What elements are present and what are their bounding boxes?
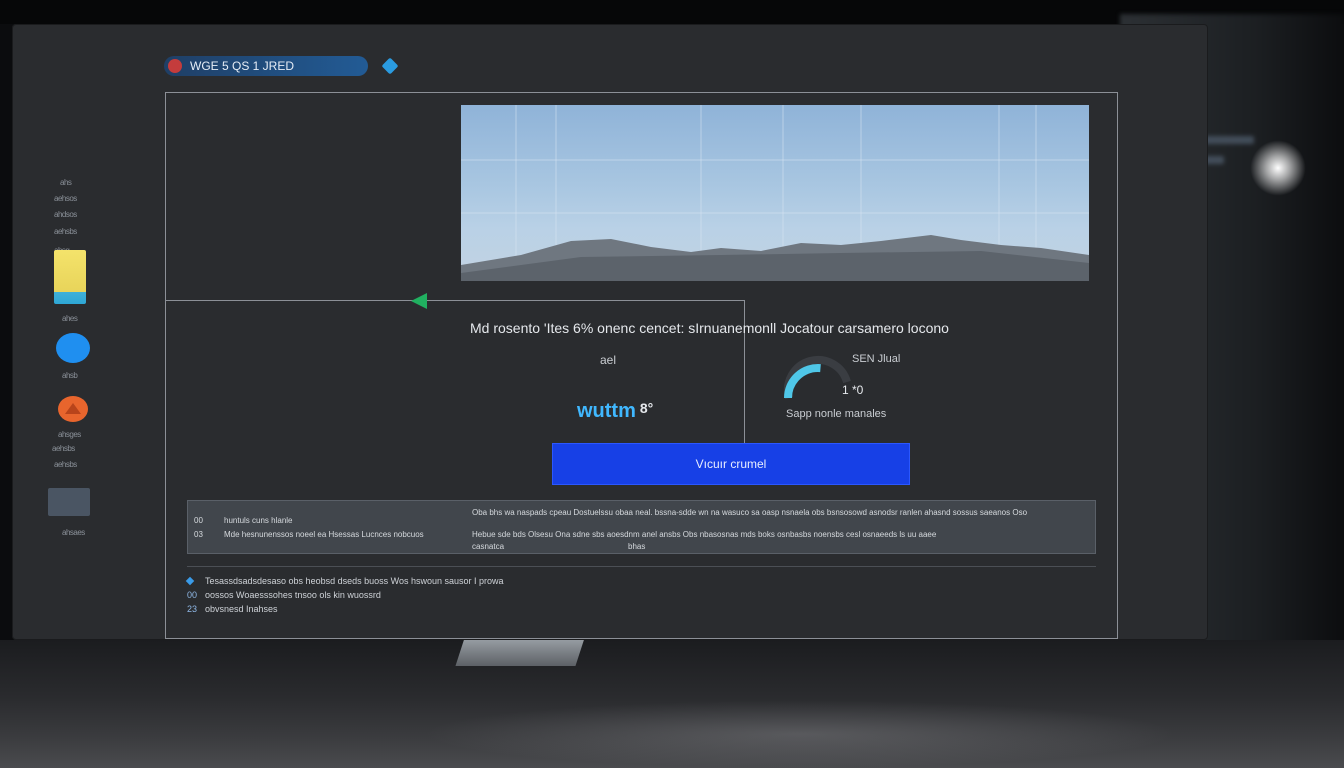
landscape-illustration xyxy=(461,105,1089,281)
rail-label: ahsges xyxy=(58,430,81,439)
metric-suffix: 8° xyxy=(639,400,654,416)
rail-block[interactable] xyxy=(48,488,90,516)
rail-label: aehsos xyxy=(54,194,77,203)
row-label[interactable]: huntuls cuns hlanle xyxy=(224,516,464,525)
hero-landscape-image xyxy=(461,105,1089,281)
blue-circle-icon[interactable] xyxy=(56,333,90,363)
footnote-text: Tesassdsadsdesaso obs heobsd dseds buoss… xyxy=(205,576,504,586)
metric-value: wuttm xyxy=(577,400,636,422)
footnote-item: Tesassdsadsdesaso obs heobsd dseds buoss… xyxy=(185,576,607,590)
rail-label: ahsaes xyxy=(62,528,85,537)
rail-label: ahdsos xyxy=(54,210,77,219)
footnote-item: 23 obvsnesd Inahses xyxy=(187,604,607,618)
row-extra: bhas xyxy=(628,542,646,551)
footnote-marker: 00 xyxy=(187,590,198,600)
footnote-item: 00 oossos Woaesssohes tnsoo ols kin wuoss… xyxy=(187,590,607,604)
divider xyxy=(187,566,1096,567)
footnote-marker xyxy=(185,576,205,586)
sub-label: ael xyxy=(600,353,617,367)
gauge-value: 1 *0 xyxy=(842,383,864,397)
rail-label: aehsbs xyxy=(54,460,77,469)
footnotes: Tesassdsadsdesaso obs heobsd dseds buoss… xyxy=(185,576,607,618)
window-title-pill[interactable]: WGE 5 QS 1 JRED xyxy=(164,56,368,76)
row-extra: casnatca xyxy=(472,542,505,551)
row-number: 03 xyxy=(194,530,203,539)
info-table: 00 huntuls cuns hlanle Oba bhs wa naspad… xyxy=(187,500,1096,554)
row-detail: Oba bhs wa naspads cpeau Dostuelssu obaa… xyxy=(472,508,1028,517)
rail-label: ahs xyxy=(60,178,72,187)
arrow-left-icon[interactable] xyxy=(411,293,427,309)
rail-label: ahes xyxy=(62,314,78,323)
app-tile-icon[interactable] xyxy=(54,250,86,304)
footnote-text: obvsnesd Inahses xyxy=(205,604,278,614)
rail-label: ahsb xyxy=(62,371,78,380)
section-heading: Md rosento 'Ites 6% onenc cencet: sIrnua… xyxy=(470,320,949,336)
gauge-label: SEN Jlual xyxy=(852,353,901,365)
monitor-stand xyxy=(455,638,585,666)
primary-action-button[interactable]: Vıcuır crumel xyxy=(552,443,910,485)
window-title: WGE 5 QS 1 JRED xyxy=(190,59,295,73)
gauge-caption: Sapp nonle manales xyxy=(786,408,887,420)
diamond-icon xyxy=(185,576,195,586)
footnote-marker: 23 xyxy=(187,604,198,614)
row-label[interactable]: Mde hesnunenssos noeel ea Hsessas Lucnce… xyxy=(224,530,464,539)
triangle-icon xyxy=(65,403,81,414)
orange-circle-icon[interactable] xyxy=(58,396,88,422)
row-detail: Hebue sde bds Olsesu Ona sdne sbs aoesdn… xyxy=(472,530,937,539)
row-number: 00 xyxy=(194,516,203,525)
rail-label: aehsbs xyxy=(52,444,75,453)
avatar xyxy=(168,59,182,73)
metric-readout: wuttm 8° xyxy=(577,400,653,423)
left-rail: ahs aehsos ahdsos aehsbs ahsg ahes ahsb … xyxy=(40,170,120,550)
desk-glare xyxy=(420,700,1180,768)
footnote-text: oossos Woaesssohes tnsoo ols kin wuossrd xyxy=(205,590,381,600)
rail-label: aehsbs xyxy=(54,227,77,236)
light-flare xyxy=(1250,140,1306,196)
